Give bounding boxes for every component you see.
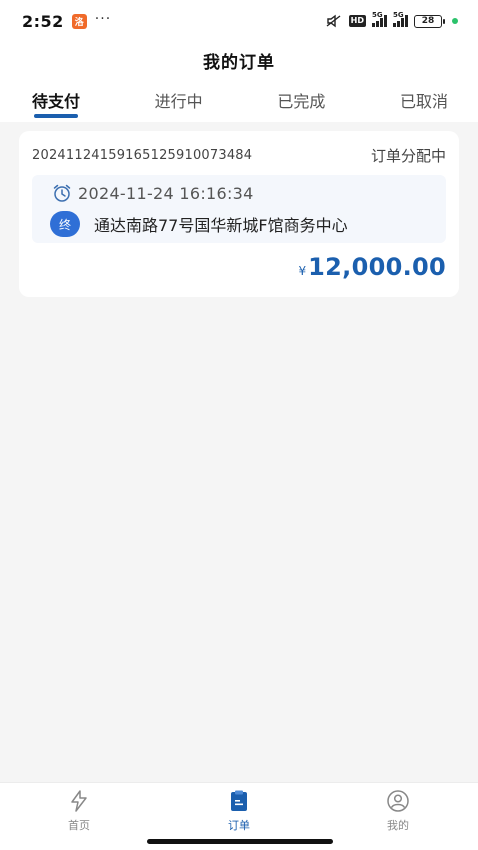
app-notification-icon: 洛 (71, 13, 87, 29)
order-card[interactable]: 20241124159165125910073484 订单分配中 2024-11… (19, 131, 459, 297)
nav-label-orders: 订单 (228, 819, 250, 832)
tab-pending-payment[interactable]: 待支付 (32, 78, 80, 122)
mute-icon (326, 14, 341, 28)
nav-item-profile[interactable]: 我的 (358, 789, 438, 833)
destination-badge: 终 (50, 211, 80, 237)
order-time: 2024-11-24 16:16:34 (78, 183, 254, 203)
order-tabs: 待支付 进行中 已完成 已取消 (0, 78, 478, 122)
nav-item-orders[interactable]: 订单 (199, 789, 279, 833)
lightning-icon (71, 790, 87, 812)
order-status: 订单分配中 (370, 147, 446, 165)
tab-cancelled[interactable]: 已取消 (400, 78, 448, 122)
signal-icon: 5G (393, 11, 408, 27)
hd-icon: HD (348, 15, 366, 27)
order-details: 2024-11-24 16:16:34 终 通达南路77号国华新城F馆商务中心 (32, 175, 446, 243)
signal-icon: 5G (372, 11, 387, 27)
home-indicator[interactable] (147, 839, 333, 844)
destination-address: 通达南路77号国华新城F馆商务中心 (94, 216, 348, 235)
more-notifications-icon: ··· (94, 11, 112, 27)
nav-label-profile: 我的 (387, 819, 409, 832)
nav-label-home: 首页 (68, 819, 90, 832)
tab-completed[interactable]: 已完成 (277, 78, 325, 122)
network-type-label: 5G (372, 11, 383, 19)
order-number: 20241124159165125910073484 (32, 148, 253, 163)
page-title: 我的订单 (203, 52, 275, 73)
alarm-clock-icon (53, 184, 71, 202)
clipboard-icon (231, 790, 247, 811)
network-type-label: 5G (393, 11, 404, 19)
tab-in-progress[interactable]: 进行中 (155, 78, 203, 122)
nav-item-home[interactable]: 首页 (39, 789, 119, 833)
privacy-indicator-icon (452, 18, 458, 24)
price-amount: 12,000.00 (308, 253, 446, 281)
user-icon (387, 790, 409, 812)
status-bar: 2:52 洛 ··· HD 5G 5G 28 (0, 0, 478, 42)
currency-symbol: ¥ (298, 264, 307, 278)
battery-icon: 28 (414, 14, 445, 28)
order-price: ¥ 12,000.00 (299, 253, 446, 281)
page-header: 我的订单 (0, 42, 478, 78)
status-time: 2:52 (22, 11, 64, 31)
